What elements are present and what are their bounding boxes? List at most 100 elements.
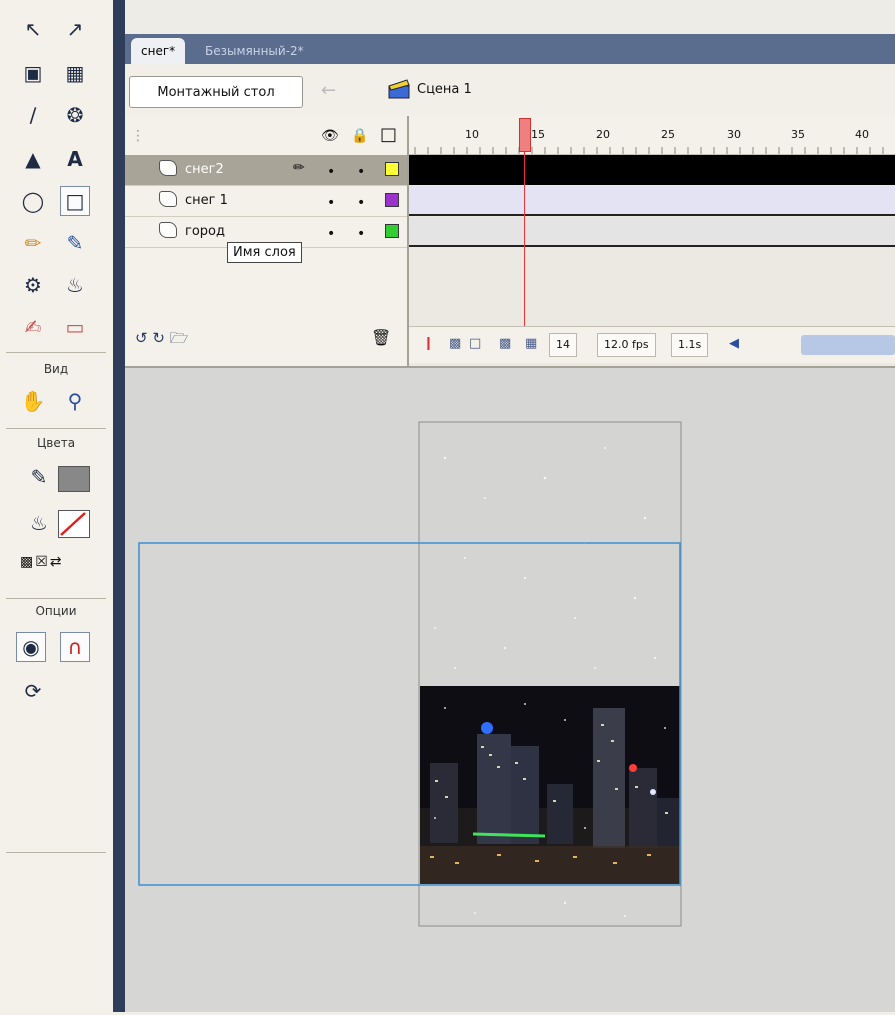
hand-tool-icon[interactable]: ✋ bbox=[18, 386, 48, 416]
layer-icon bbox=[159, 160, 177, 176]
pencil-tool-icon[interactable]: ✏ bbox=[18, 228, 48, 258]
ruler-ticks bbox=[414, 147, 884, 154]
section-title-options: Опции bbox=[35, 604, 77, 618]
rectangle-tool-icon[interactable]: □ bbox=[60, 186, 90, 216]
stage-button[interactable]: Монтажный стол bbox=[129, 76, 303, 108]
round-rectangle-icon[interactable]: ⟳ bbox=[18, 676, 48, 706]
lock-dot[interactable]: • bbox=[357, 195, 365, 211]
stroke-color-icon[interactable]: ✎ bbox=[24, 462, 54, 492]
timeline-status-bar: ❙ ▩ □ ▩ ▦ 14 12.0 fps 1.1s ◀ bbox=[409, 326, 895, 363]
gradient-transform-tool-icon[interactable]: ▦ bbox=[60, 58, 90, 88]
current-frame: 14 bbox=[549, 333, 577, 357]
layer-icon bbox=[159, 191, 177, 207]
scene-clapper-icon bbox=[388, 79, 410, 99]
layers-panel: ⋮ 👁 🔒 □ снег2 ✏ • • снег 1 • • город • •… bbox=[125, 116, 409, 366]
layer-icon bbox=[159, 222, 177, 238]
timeline-scrollbar[interactable] bbox=[801, 335, 895, 355]
scroll-left-icon[interactable]: ◀ bbox=[729, 336, 739, 351]
panel-separator bbox=[113, 0, 125, 1012]
text-tool-icon[interactable]: A bbox=[60, 144, 90, 174]
layer-name: снег 1 bbox=[185, 193, 228, 208]
snap-magnet-icon[interactable]: ∩ bbox=[60, 632, 90, 662]
center-frame-icon[interactable]: ❙ bbox=[423, 336, 434, 351]
layer-color-swatch[interactable] bbox=[385, 162, 399, 176]
back-arrow-icon[interactable]: ← bbox=[321, 80, 336, 101]
visibility-dot[interactable]: • bbox=[327, 226, 335, 242]
pen-tool-icon[interactable]: ▲ bbox=[18, 144, 48, 174]
divider bbox=[6, 428, 106, 429]
fill-color-icon[interactable]: ♨ bbox=[24, 508, 54, 538]
layer-row-snow1[interactable]: снег 1 • • bbox=[125, 186, 407, 217]
modify-markers-icon[interactable]: ▦ bbox=[525, 336, 537, 351]
divider bbox=[6, 598, 106, 599]
ruler-label: 40 bbox=[855, 128, 869, 141]
tools-panel: ↖ ↗ ▣ ▦ ∕ ❂ ▲ A ◯ □ ✏ ✎ ⚙ ♨ ✍ ▭ Вид ✋ ⚲ … bbox=[0, 0, 114, 1012]
add-layer-icon[interactable]: ↺ bbox=[135, 329, 148, 347]
layer-name-tooltip: Имя слоя bbox=[227, 242, 302, 263]
edit-bar: Монтажный стол ← Сцена 1 bbox=[125, 64, 895, 117]
line-tool-icon[interactable]: ∕ bbox=[18, 100, 48, 130]
delete-layer-icon[interactable]: 🗑 bbox=[371, 328, 391, 347]
ruler-label: 35 bbox=[791, 128, 805, 141]
add-folder-icon[interactable]: 🗁 bbox=[170, 329, 189, 347]
outline-icon[interactable]: □ bbox=[380, 124, 397, 145]
oval-tool-icon[interactable]: ◯ bbox=[18, 186, 48, 216]
lock-icon[interactable]: 🔒 bbox=[351, 128, 368, 144]
ruler-label: 20 bbox=[596, 128, 610, 141]
layer-name: снег2 bbox=[185, 162, 224, 177]
zoom-tool-icon[interactable]: ⚲ bbox=[60, 386, 90, 416]
onion-skin-icon[interactable]: ▩ bbox=[449, 336, 461, 351]
divider bbox=[6, 852, 106, 853]
brush-tool-icon[interactable]: ✎ bbox=[60, 228, 90, 258]
no-fill-icon bbox=[60, 512, 86, 536]
ink-bottle-tool-icon[interactable]: ⚙ bbox=[18, 270, 48, 300]
selection-tool-icon[interactable]: ↖ bbox=[18, 14, 48, 44]
eraser-tool-icon[interactable]: ▭ bbox=[60, 312, 90, 342]
paint-bucket-tool-icon[interactable]: ♨ bbox=[60, 270, 90, 300]
visibility-dot[interactable]: • bbox=[327, 195, 335, 211]
top-strip bbox=[125, 0, 895, 34]
ruler-label: 25 bbox=[661, 128, 675, 141]
ruler-label: 15 bbox=[531, 128, 545, 141]
frame-row-city[interactable] bbox=[409, 217, 895, 247]
elapsed-time: 1.1s bbox=[671, 333, 709, 357]
add-motion-guide-icon[interactable]: ↻ bbox=[152, 329, 165, 347]
free-transform-tool-icon[interactable]: ▣ bbox=[18, 58, 48, 88]
layer-row-snow2[interactable]: снег2 ✏ • • bbox=[125, 155, 407, 186]
lock-dot[interactable]: • bbox=[357, 226, 365, 242]
frame-rate[interactable]: 12.0 fps bbox=[597, 333, 656, 357]
lock-dot[interactable]: • bbox=[357, 164, 365, 180]
divider bbox=[6, 352, 106, 353]
layer-header: ⋮ 👁 🔒 □ bbox=[125, 116, 407, 154]
onion-skin-outlines-icon[interactable]: □ bbox=[469, 336, 481, 351]
frame-row-snow1[interactable] bbox=[409, 186, 895, 216]
section-title-colors: Цвета bbox=[36, 436, 76, 450]
subselection-tool-icon[interactable]: ↗ bbox=[60, 14, 90, 44]
edit-multiple-frames-icon[interactable]: ▩ bbox=[499, 336, 511, 351]
city-night-image bbox=[420, 686, 680, 884]
tab-untitled-2[interactable]: Безымянный-2* bbox=[195, 38, 314, 64]
layer-name: город bbox=[185, 224, 225, 239]
color-swap-icons[interactable]: ▩☒⇄ bbox=[20, 554, 64, 570]
scene-label: Сцена 1 bbox=[417, 82, 472, 97]
stage-area[interactable] bbox=[125, 368, 895, 1012]
object-drawing-icon[interactable]: ◉ bbox=[16, 632, 46, 662]
document-area: снег* Безымянный-2* Монтажный стол ← Сце… bbox=[125, 0, 895, 1012]
layer-color-swatch[interactable] bbox=[385, 224, 399, 238]
lasso-tool-icon[interactable]: ❂ bbox=[60, 100, 90, 130]
playhead[interactable] bbox=[519, 118, 531, 152]
visibility-dot[interactable]: • bbox=[327, 164, 335, 180]
grip-icon: ⋮ bbox=[131, 128, 145, 144]
layer-tools: ↺ ↻ 🗁 bbox=[135, 328, 188, 353]
tab-snow[interactable]: снег* bbox=[131, 38, 186, 64]
stage-canvas bbox=[138, 421, 682, 927]
frames-panel: 10 15 20 25 30 35 40 ❙ ▩ □ ▩ ▦ 14 12.0 f… bbox=[409, 116, 895, 366]
eye-icon[interactable]: 👁 bbox=[321, 128, 339, 144]
frame-row-snow2[interactable] bbox=[409, 155, 895, 185]
frame-ruler: 10 15 20 25 30 35 40 bbox=[409, 116, 895, 155]
fill-color-swatch[interactable] bbox=[58, 510, 90, 538]
eyedropper-tool-icon[interactable]: ✍ bbox=[18, 312, 48, 342]
layer-color-swatch[interactable] bbox=[385, 193, 399, 207]
document-tabs: снег* Безымянный-2* bbox=[125, 34, 895, 64]
stroke-color-swatch[interactable] bbox=[58, 466, 90, 492]
